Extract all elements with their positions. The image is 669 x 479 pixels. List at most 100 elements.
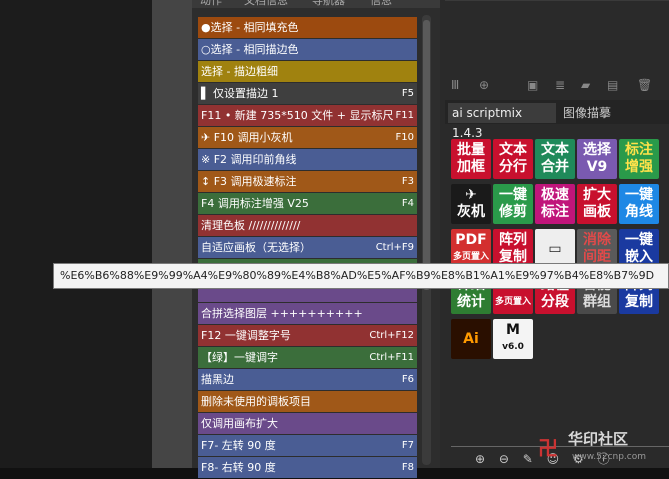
action-row[interactable]: F7- 左转 90 度 F7 bbox=[198, 435, 417, 456]
script-button[interactable]: 扩大 画板 bbox=[577, 184, 617, 224]
library-icon[interactable]: Ⅲ bbox=[451, 78, 459, 92]
tab-scriptmix[interactable]: ai scriptmix 1.4.3 bbox=[448, 103, 556, 140]
script-button-label: 阵列 bbox=[499, 232, 527, 248]
script-button-label: 文本 bbox=[499, 142, 527, 158]
script-button[interactable]: Mv6.0 bbox=[493, 319, 533, 359]
action-row[interactable]: 仅调用画布扩大 bbox=[198, 413, 417, 434]
action-row[interactable]: F11 • 新建 735*510 文件 + 显示标尺 F11 bbox=[198, 105, 417, 126]
script-button[interactable]: 极速 标注 bbox=[535, 184, 575, 224]
script-button-label: 复制 bbox=[625, 294, 653, 310]
script-button[interactable]: 一键 修剪 bbox=[493, 184, 533, 224]
tab-image-trace[interactable]: 图像描摹 bbox=[563, 103, 643, 123]
action-label: 【绿】一键调字 bbox=[201, 351, 278, 364]
script-button-label: 角线 bbox=[625, 204, 653, 220]
script-button-label: 合并 bbox=[541, 159, 569, 175]
action-label: 合拼选择图层 ++++++++++ bbox=[201, 307, 363, 320]
action-label: F12 一键调整字号 bbox=[201, 329, 291, 342]
script-button-label: 一键 bbox=[499, 187, 527, 203]
script-button-label: 扩大 bbox=[583, 187, 611, 203]
action-list: ●选择 - 相同填充色 ○选择 - 相同描边色选择 - 描边粗细 ▌ 仅设置描边 1… bbox=[198, 17, 417, 479]
tab-info[interactable]: 信息 bbox=[370, 0, 392, 8]
panel-toolbar: Ⅲ ⊕ ▣ ≣ ▰ ▤ 🗑 bbox=[445, 78, 669, 100]
action-row[interactable]: 删除未使用的调板项目 bbox=[198, 391, 417, 412]
script-button-label: 分段 bbox=[541, 294, 569, 310]
action-row[interactable]: F4 调用标注增强 V25 F4 bbox=[198, 193, 417, 214]
action-label: 自适应画板（无选择） bbox=[201, 241, 311, 254]
action-row[interactable]: 合拼选择图层 ++++++++++ bbox=[198, 303, 417, 324]
document-canvas[interactable] bbox=[0, 0, 152, 468]
action-label: F7- 左转 90 度 bbox=[201, 439, 276, 452]
script-button[interactable]: 选择 V9 bbox=[577, 139, 617, 179]
action-shortcut: Ctrl+F11 bbox=[369, 352, 414, 363]
actions-panel-tabs: 动作 文档信息 导航器 信息 bbox=[192, 0, 440, 8]
list-icon[interactable]: ≣ bbox=[555, 78, 565, 92]
script-button-label: 消除 bbox=[583, 232, 611, 248]
script-button[interactable]: Ai bbox=[451, 319, 491, 359]
script-button-label: ▭ bbox=[548, 240, 562, 257]
action-row[interactable]: ●选择 - 相同填充色 bbox=[198, 17, 417, 38]
action-label: 删除未使用的调板项目 bbox=[201, 395, 311, 408]
search-minus-icon[interactable]: ⊖ bbox=[499, 452, 509, 466]
action-row[interactable]: ✈ F10 调用小灰机 F10 bbox=[198, 127, 417, 148]
action-row[interactable]: ↕ F3 调用极速标注 F3 bbox=[198, 171, 417, 192]
script-button[interactable]: ✈ 灰机 bbox=[451, 184, 491, 224]
action-shortcut: Ctrl+F9 bbox=[375, 242, 414, 253]
trash-icon[interactable]: 🗑 bbox=[637, 78, 652, 92]
action-shortcut: F6 bbox=[401, 374, 414, 385]
script-button-label: 极速 bbox=[541, 187, 569, 203]
script-button[interactable]: 文本 合并 bbox=[535, 139, 575, 179]
script-button-label: 加框 bbox=[457, 159, 485, 175]
script-button-label: 统计 bbox=[457, 294, 485, 310]
script-button-label: 增强 bbox=[625, 159, 653, 175]
script-button-label: V9 bbox=[586, 159, 608, 175]
action-shortcut: F11 bbox=[395, 110, 414, 121]
script-button-label: 选择 bbox=[583, 142, 611, 158]
action-row[interactable]: ○选择 - 相同描边色 bbox=[198, 39, 417, 60]
action-label: F11 • 新建 735*510 文件 + 显示标尺 bbox=[201, 109, 394, 122]
tab-document-info[interactable]: 文档信息 bbox=[244, 0, 288, 8]
search-plus-icon[interactable]: ⊕ bbox=[475, 452, 485, 466]
action-label: ※ F2 调用印前角线 bbox=[201, 153, 297, 166]
layers-panel-area bbox=[445, 0, 669, 76]
new-item-icon[interactable]: ▣ bbox=[527, 78, 538, 92]
script-button-label: ✈ bbox=[465, 187, 477, 203]
action-row[interactable]: 自适应画板（无选择） Ctrl+F9 bbox=[198, 237, 417, 258]
script-button[interactable]: 一键 角线 bbox=[619, 184, 659, 224]
add-icon[interactable]: ⊕ bbox=[479, 78, 489, 92]
tab-navigator[interactable]: 导航器 bbox=[312, 0, 345, 8]
action-label: ▌ 仅设置描边 1 bbox=[201, 87, 279, 100]
action-label: ✈ F10 调用小灰机 bbox=[201, 131, 293, 144]
action-label: F4 调用标注增强 V25 bbox=[201, 197, 309, 210]
action-row[interactable]: 选择 - 描边粗细 bbox=[198, 61, 417, 82]
tooltip: %E6%B6%88%E9%99%A4%E9%80%89%E4%B8%AD%E5%… bbox=[53, 263, 669, 289]
script-button[interactable]: 标注 增强 bbox=[619, 139, 659, 179]
tab-actions[interactable]: 动作 bbox=[200, 0, 222, 8]
action-row[interactable]: ※ F2 调用印前角线 bbox=[198, 149, 417, 170]
script-button-label: 多页置入 bbox=[494, 297, 531, 307]
script-button-label: 画板 bbox=[583, 204, 611, 220]
script-button[interactable]: 批量 加框 bbox=[451, 139, 491, 179]
script-button-label: Ai bbox=[463, 330, 479, 347]
action-row[interactable]: 描黑边 F6 bbox=[198, 369, 417, 390]
layers-icon[interactable]: ▤ bbox=[607, 78, 618, 92]
panel-dock-strip bbox=[152, 0, 192, 468]
action-row[interactable]: F12 一键调整字号 Ctrl+F12 bbox=[198, 325, 417, 346]
script-button[interactable]: 文本 分行 bbox=[493, 139, 533, 179]
script-button-label: 灰机 bbox=[457, 204, 485, 220]
action-label: 清理色板 ////////////// bbox=[201, 219, 301, 232]
script-button-label: 一键 bbox=[625, 187, 653, 203]
script-button-label: 批量 bbox=[457, 142, 485, 158]
action-shortcut: Ctrl+F12 bbox=[369, 330, 414, 341]
action-list-scroll-thumb[interactable] bbox=[423, 20, 430, 290]
action-label: 仅调用画布扩大 bbox=[201, 417, 278, 430]
script-button-label: 一键 bbox=[625, 232, 653, 248]
watermark-logo-icon: 卍 bbox=[538, 436, 558, 460]
action-row[interactable]: 【绿】一键调字 Ctrl+F11 bbox=[198, 347, 417, 368]
script-button-label: 文本 bbox=[541, 142, 569, 158]
folder-icon[interactable]: ▰ bbox=[581, 78, 590, 92]
action-label: ●选择 - 相同填充色 bbox=[201, 21, 299, 34]
wrench-icon[interactable]: ✎ bbox=[523, 452, 533, 466]
action-row[interactable]: ▌ 仅设置描边 1 F5 bbox=[198, 83, 417, 104]
action-label: 选择 - 描边粗细 bbox=[201, 65, 278, 78]
action-row[interactable]: 清理色板 ////////////// bbox=[198, 215, 417, 236]
